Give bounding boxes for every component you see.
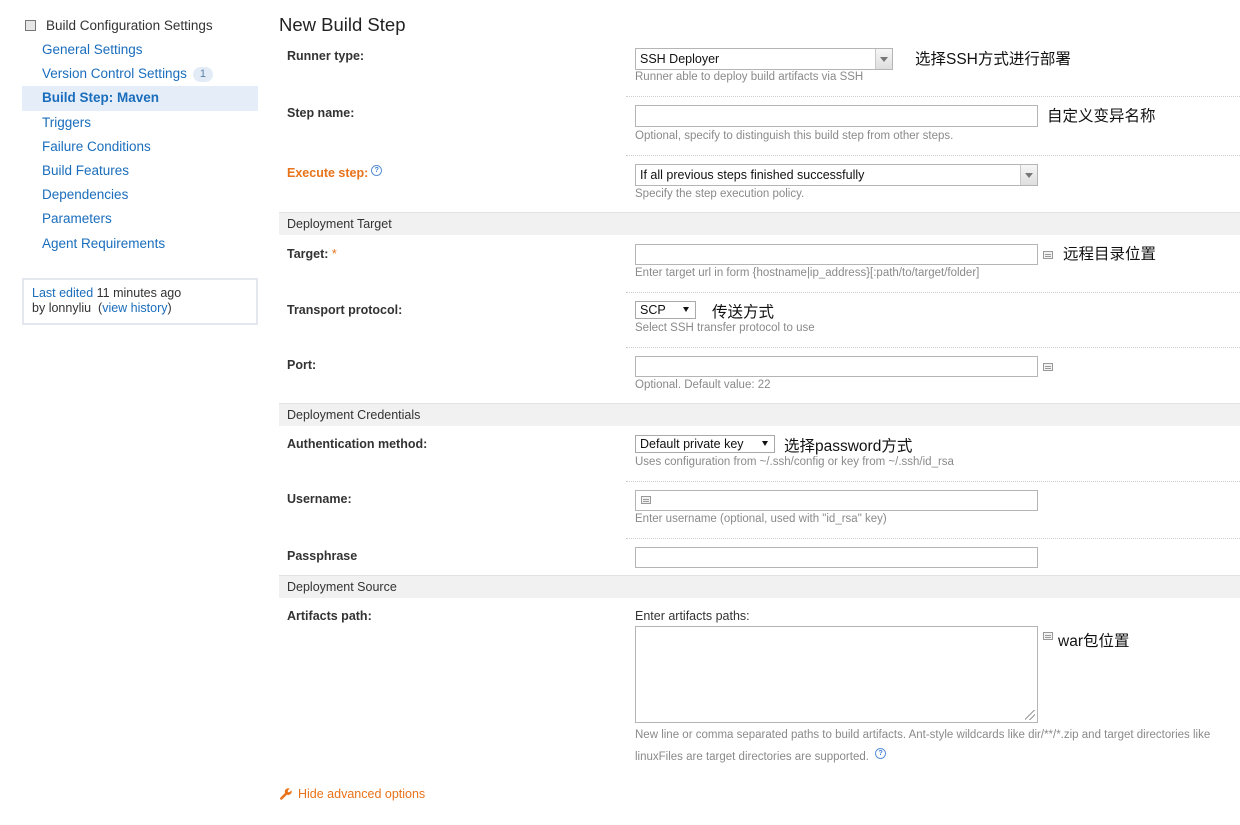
editor-username: lonnyliu: [48, 300, 92, 315]
artifacts-path-label: Artifacts path:: [287, 609, 372, 623]
runner-type-select[interactable]: SSH Deployer: [635, 48, 893, 70]
chevron-down-icon: [1020, 165, 1037, 185]
last-edited-link[interactable]: Last edited: [32, 286, 93, 300]
sidebar-item-triggers[interactable]: Triggers: [22, 111, 258, 135]
divider: [626, 292, 1240, 293]
chevron-down-icon: [875, 49, 892, 69]
username-input[interactable]: [635, 490, 1038, 511]
divider: [626, 347, 1240, 348]
main-form: New Build Step Runner type: SSH Deployer…: [279, 0, 1240, 825]
artifacts-path-textarea[interactable]: [635, 626, 1038, 723]
runner-type-annotation: 选择SSH方式进行部署: [915, 51, 1071, 68]
runner-type-note: Runner able to deploy build artifacts vi…: [635, 71, 864, 83]
text-field-expand-icon[interactable]: [1043, 251, 1053, 259]
port-note: Optional. Default value: 22: [635, 379, 771, 391]
last-edited-box: Last edited 11 minutes ago by lonnyliu (…: [22, 277, 258, 325]
text-field-expand-icon[interactable]: [641, 496, 651, 504]
settings-square-icon: [25, 19, 36, 31]
sidebar-item-build-features[interactable]: Build Features: [22, 159, 258, 183]
help-icon[interactable]: ?: [371, 165, 383, 176]
port-label: Port:: [287, 358, 317, 372]
step-name-label: Step name:: [287, 106, 355, 120]
artifacts-annotation: war包位置: [1058, 633, 1130, 650]
sidebar-item-agent-requirements[interactable]: Agent Requirements: [22, 232, 258, 256]
artifacts-caption: Enter artifacts paths:: [635, 609, 750, 623]
artifacts-note-line2: linuxFiles are target directories are su…: [635, 748, 887, 763]
step-name-input[interactable]: [635, 105, 1038, 127]
auth-method-select[interactable]: Default private key: [635, 435, 775, 453]
dropdown-arrow-icon: [683, 307, 689, 312]
runner-type-label: Runner type:: [287, 49, 365, 63]
sidebar-item-general-settings[interactable]: General Settings: [22, 38, 258, 62]
sidebar-item-version-control-settings[interactable]: Version Control Settings 1: [22, 62, 258, 86]
section-deployment-source: Deployment Source: [279, 575, 1240, 598]
vcs-count-badge: 1: [192, 66, 213, 82]
view-history-link[interactable]: view history: [102, 301, 167, 315]
execute-step-note: Specify the step execution policy.: [635, 188, 805, 200]
hide-advanced-options-link[interactable]: Hide advanced options: [279, 787, 425, 801]
text-field-expand-icon[interactable]: [1043, 632, 1053, 640]
artifacts-note-line1: New line or comma separated paths to bui…: [635, 729, 1211, 741]
divider: [626, 538, 1240, 539]
sidebar-item-build-step-maven[interactable]: Build Step: Maven: [22, 86, 258, 111]
divider: [626, 155, 1240, 156]
section-deployment-credentials: Deployment Credentials: [279, 403, 1240, 426]
sidebar-nav: General Settings Version Control Setting…: [22, 38, 258, 256]
username-note: Enter username (optional, used with "id_…: [635, 513, 887, 525]
resize-grip-icon[interactable]: [1025, 710, 1035, 720]
step-name-annotation: 自定义变异名称: [1047, 108, 1156, 125]
target-annotation: 远程目录位置: [1063, 246, 1157, 263]
sidebar-item-failure-conditions[interactable]: Failure Conditions: [22, 135, 258, 159]
wrench-icon: [280, 788, 292, 800]
target-note: Enter target url in form {hostname|ip_ad…: [635, 267, 980, 279]
last-edited-time: 11 minutes ago: [96, 285, 182, 300]
auth-method-annotation: 选择password方式: [784, 438, 913, 455]
execute-step-select[interactable]: If all previous steps finished successfu…: [635, 164, 1038, 186]
required-marker: *: [331, 247, 337, 261]
dropdown-arrow-icon: [762, 441, 768, 446]
sidebar-item-dependencies[interactable]: Dependencies: [22, 183, 258, 207]
auth-method-label: Authentication method:: [287, 437, 428, 451]
port-input[interactable]: [635, 356, 1038, 377]
sidebar-header-label: Build Configuration Settings: [46, 17, 213, 33]
text-field-expand-icon[interactable]: [1043, 363, 1053, 371]
passphrase-input[interactable]: [635, 547, 1038, 568]
help-icon[interactable]: ?: [875, 748, 887, 759]
target-label: Target: *: [287, 247, 337, 261]
target-input[interactable]: [635, 244, 1038, 265]
page-title: New Build Step: [279, 14, 406, 35]
transport-protocol-select[interactable]: SCP: [635, 301, 696, 319]
auth-method-note: Uses configuration from ~/.ssh/config or…: [635, 456, 954, 468]
by-label: by: [32, 300, 46, 315]
sidebar: Build Configuration Settings General Set…: [22, 14, 258, 325]
transport-protocol-label: Transport protocol:: [287, 303, 403, 317]
divider: [626, 96, 1240, 97]
sidebar-header: Build Configuration Settings: [22, 14, 258, 36]
sidebar-item-parameters[interactable]: Parameters: [22, 207, 258, 231]
divider: [626, 481, 1240, 482]
execute-step-label: Execute step:?: [287, 165, 383, 180]
username-label: Username:: [287, 492, 352, 506]
step-name-note: Optional, specify to distinguish this bu…: [635, 130, 954, 142]
transport-protocol-note: Select SSH transfer protocol to use: [635, 322, 815, 334]
section-deployment-target: Deployment Target: [279, 212, 1240, 235]
passphrase-label: Passphrase: [287, 549, 358, 563]
transport-protocol-annotation: 传送方式: [712, 304, 775, 321]
